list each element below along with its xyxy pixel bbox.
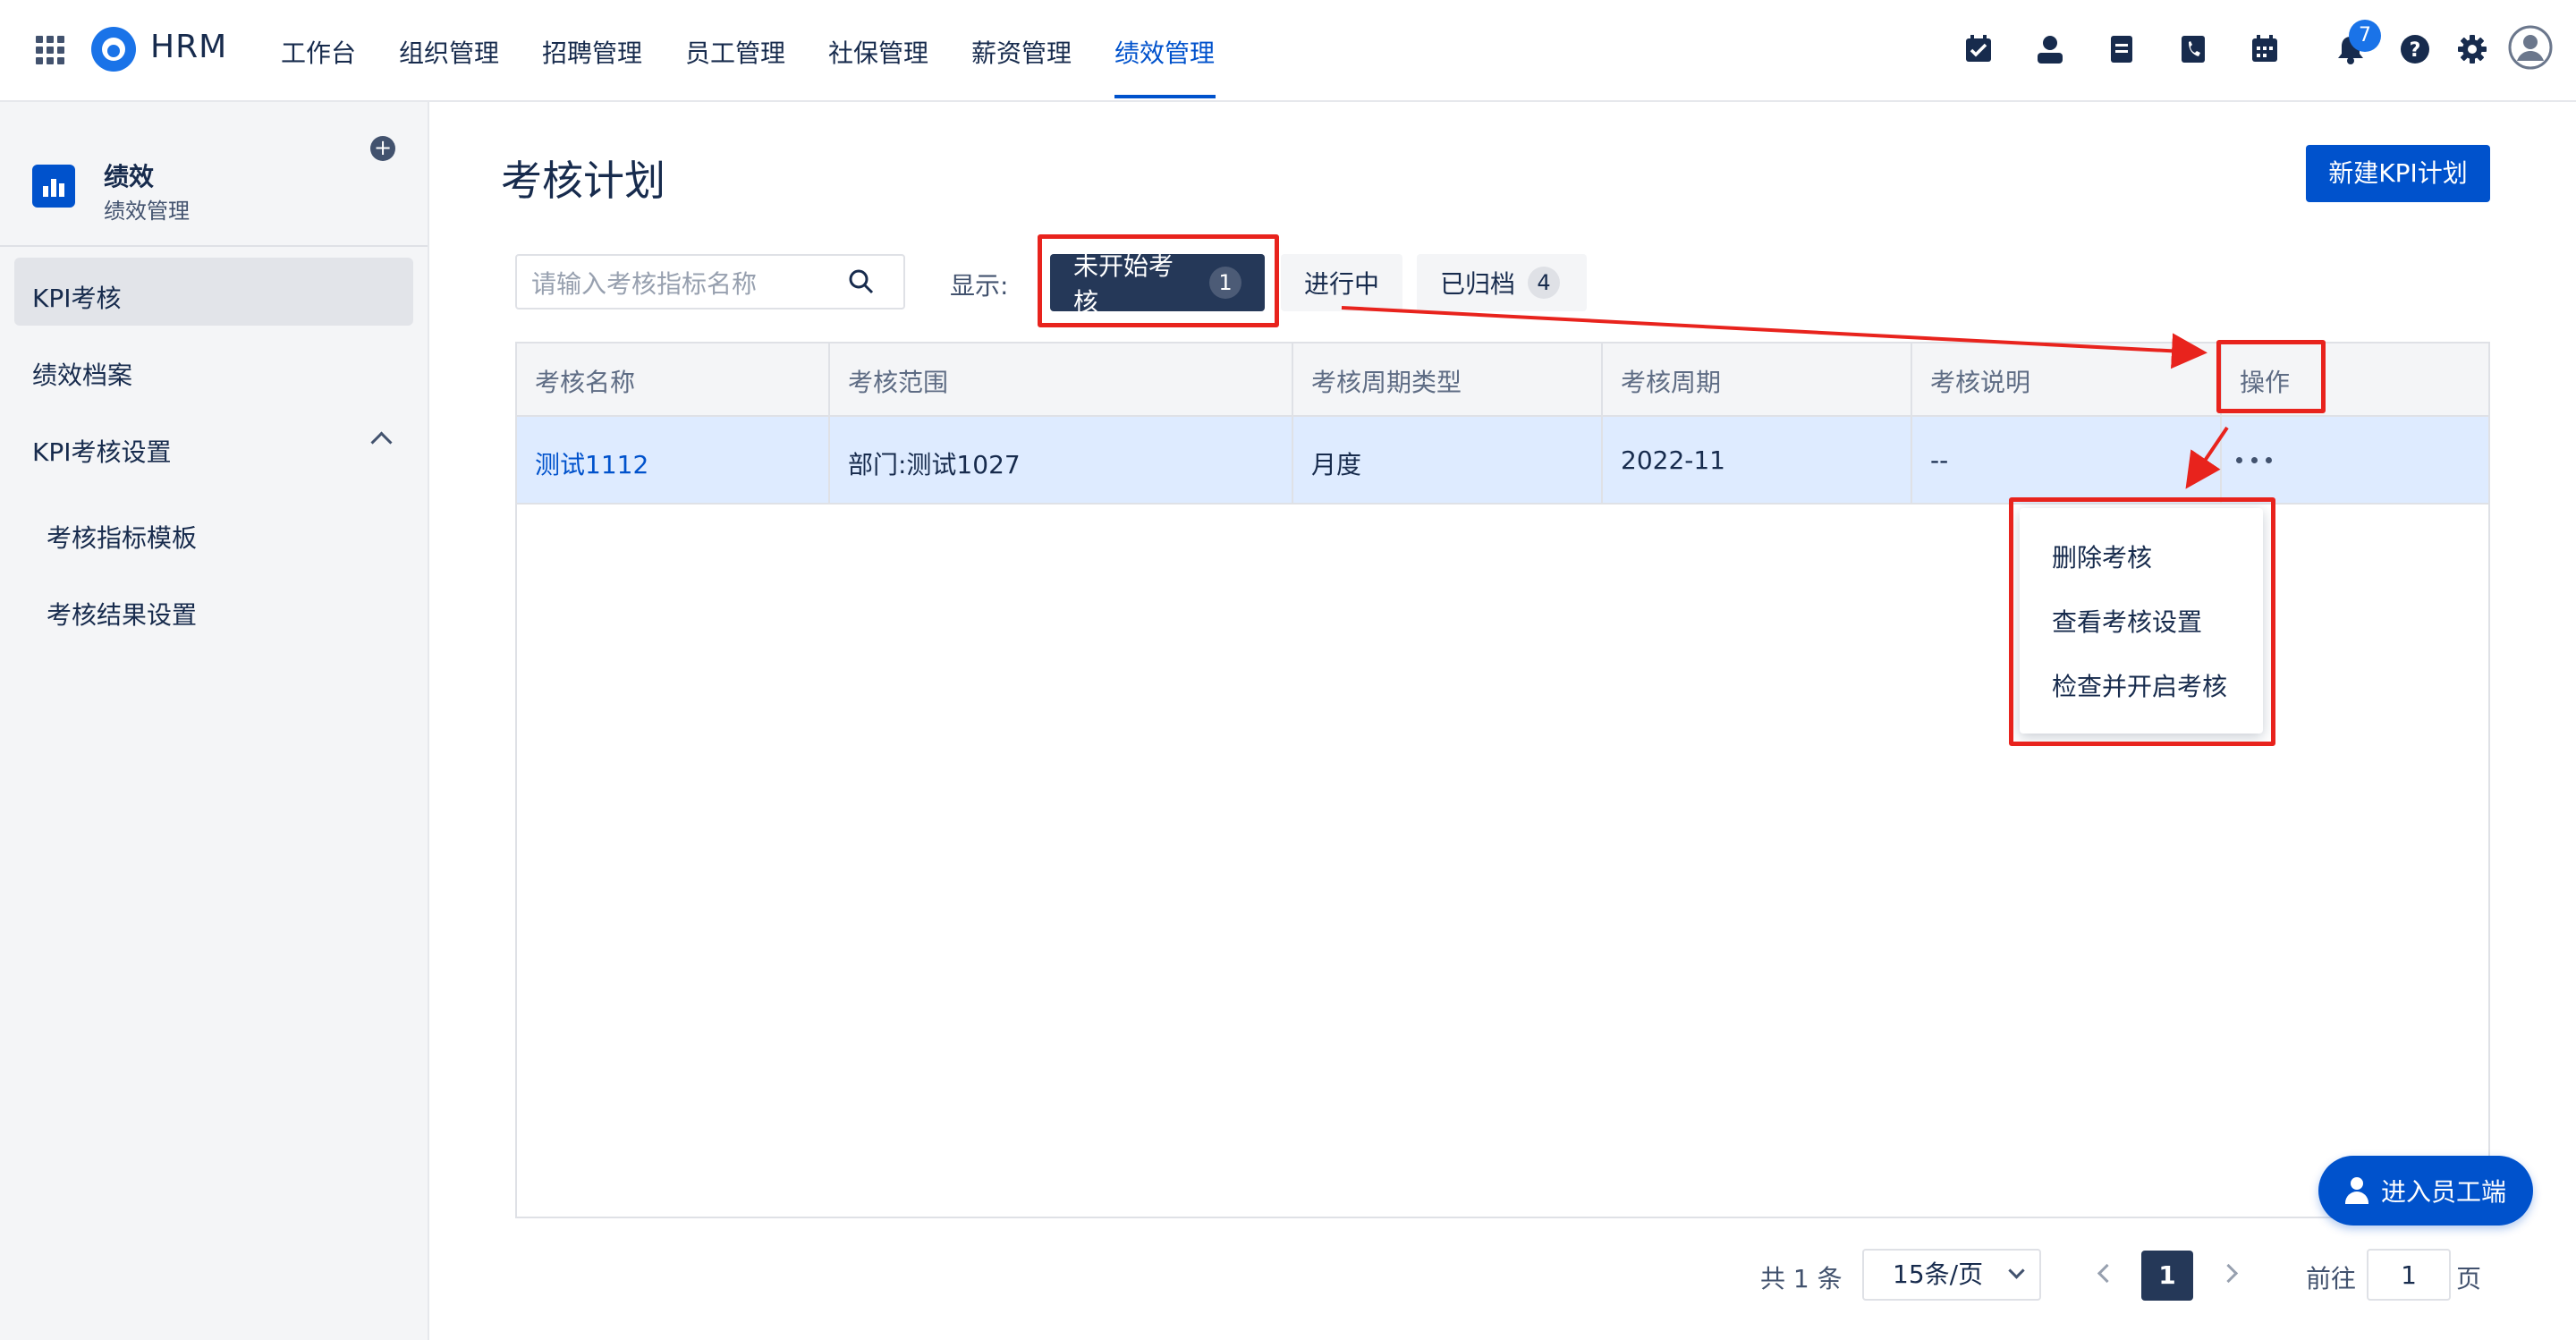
current-page[interactable]: 1 [2141,1251,2193,1301]
pagination-total: 共 1 条 [1760,1264,1843,1293]
employee-portal-button[interactable]: 进入员工端 [2318,1156,2533,1226]
employee-portal-label: 进入员工端 [2380,1177,2506,1207]
annotation-arrows [1341,306,2229,489]
person-icon [2344,1177,2368,1204]
goto-page-input[interactable] [2367,1249,2451,1301]
goto-label: 前往 [2306,1264,2357,1293]
page-suffix: 页 [2456,1264,2482,1293]
